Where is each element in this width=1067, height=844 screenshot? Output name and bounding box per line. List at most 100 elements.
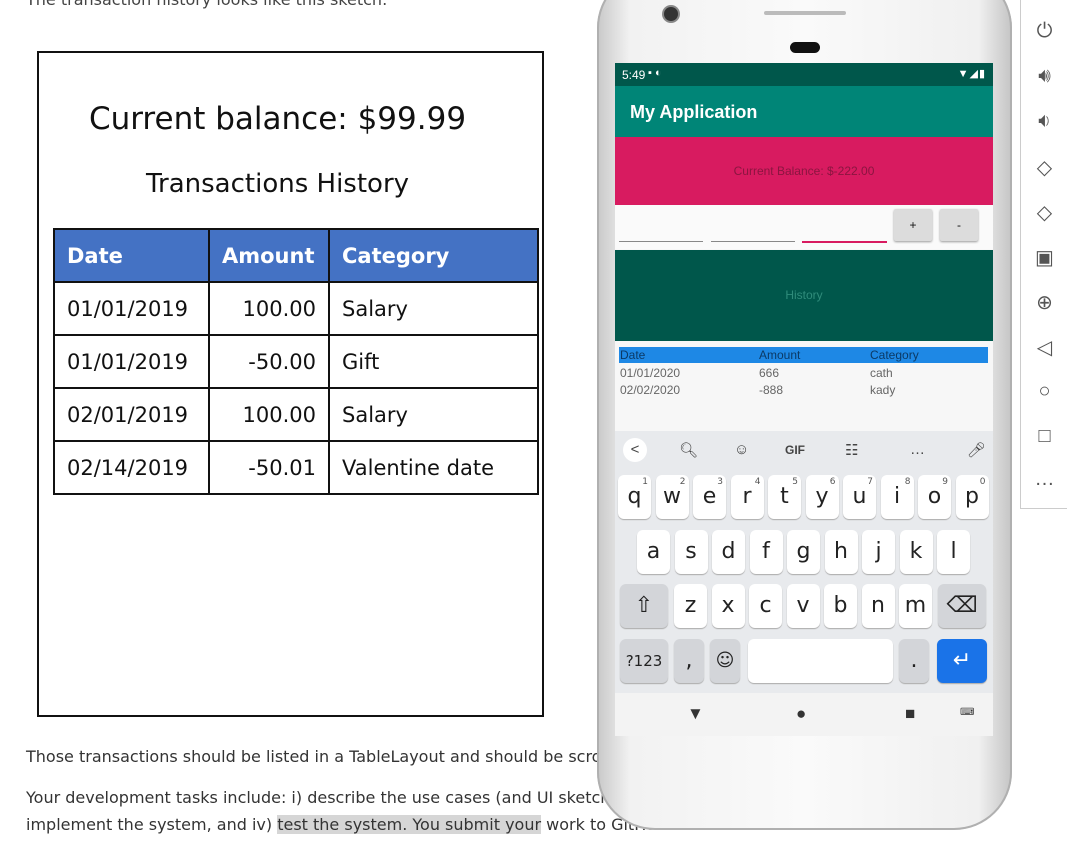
key-d[interactable]: d [712,530,745,574]
table-row: 01/01/2019 -50.00 Gift [53,334,539,389]
key-j[interactable]: j [862,530,895,574]
row-date: 02/02/2020 [620,383,681,397]
key-l[interactable]: l [937,530,970,574]
status-time: 5:49 [622,68,646,82]
key-r[interactable]: r4 [730,475,764,519]
enter-icon[interactable]: ↵ [937,639,987,683]
col-date: Date [620,348,646,362]
key-y[interactable]: y6 [805,475,839,519]
comma-key[interactable]: , [674,639,704,683]
home-icon[interactable]: ● [796,704,806,724]
key-hint: 1 [642,477,648,487]
emulator-toolbar: ⏻ 🔊︎ 🔉︎ ◇ ◇ ▣ ⊕ ◁ ○ □ … [1020,0,1067,509]
overview-icon[interactable]: □ [1021,425,1067,448]
key-k[interactable]: k [899,530,933,574]
key-c[interactable]: c [749,584,782,628]
nav-bar: ▼ ● ■ ⌨ [615,693,993,736]
sketch-history-title: Transactions History [145,169,410,199]
cell-amount: 100.00 [208,281,330,336]
period-key[interactable]: . [899,639,929,683]
shift-icon[interactable]: ⇧ [620,584,668,628]
speaker-grille [764,11,846,15]
cell-category: Gift [328,334,539,389]
more-icon[interactable]: … [910,441,925,458]
intro-text: The transaction history looks like this … [26,0,387,9]
key-hint: 5 [792,477,798,487]
more-icon[interactable]: … [1021,468,1067,491]
key-e[interactable]: e3 [693,475,726,519]
key-hint: 4 [754,477,761,487]
volume-down-icon[interactable]: 🔉︎ [1021,110,1067,133]
gif-button[interactable]: GIF [785,443,805,457]
paragraph-tasks: Your development tasks include: i) descr… [26,788,634,807]
keyboard-switch-icon[interactable]: ⌨ [960,707,974,718]
row-category: cath [870,366,893,380]
sketch-image: Current balance: $99.99 Transactions His… [37,51,544,717]
add-button[interactable]: + [894,209,932,241]
date-input[interactable] [619,241,703,242]
clipboard-icon[interactable]: ☷ [845,441,858,459]
zoom-icon[interactable]: ⊕ [1021,290,1067,315]
subtract-button[interactable]: - [940,209,978,241]
key-o[interactable]: o9 [918,475,951,519]
sticker-icon[interactable]: ☺ [734,441,749,458]
home-icon[interactable]: ○ [1021,380,1067,403]
recents-icon[interactable]: ■ [905,704,915,724]
key-hint: 6 [829,477,836,487]
rotate-right-icon[interactable]: ◇ [1021,200,1067,225]
back-icon[interactable]: ◁ [1021,335,1067,360]
amount-input[interactable] [711,241,795,242]
table-row: 01/01/2020 666 cath [619,365,988,382]
key-hint: 7 [867,477,873,487]
backspace-icon[interactable]: ⌫ [938,584,986,628]
phone-screen: 5:49 ▪ ◐ ▼◢▮ My Application Current Bala… [615,63,993,736]
key-t[interactable]: t5 [768,475,801,519]
signal-battery-icon: ▼◢▮ [957,68,986,80]
row-date: 01/01/2020 [620,366,681,380]
key-w[interactable]: w2 [655,475,689,519]
earpiece [790,42,820,53]
key-n[interactable]: n [861,584,895,628]
soft-keyboard: < 🔍︎ ☺ GIF ☷ … 🎤︎ q1w2e3r4t5y6u7i8o9p0 a… [615,431,993,693]
paragraph-submit-pre: implement the system, and iv) [26,815,278,834]
key-b[interactable]: b [824,584,857,628]
key-f[interactable]: f [749,530,783,574]
key-hint: 3 [717,477,723,487]
key-q[interactable]: q1 [618,475,651,519]
key-h[interactable]: h [824,530,858,574]
key-x[interactable]: x [711,584,745,628]
key-v[interactable]: v [786,584,820,628]
history-label: History [785,288,823,302]
search-icon[interactable]: 🔍︎ [679,441,698,459]
key-i[interactable]: i8 [880,475,914,519]
keyboard-collapse-icon[interactable]: < [623,438,647,462]
category-input[interactable] [802,241,887,243]
key-p[interactable]: p0 [955,475,989,519]
cell-category: Valentine date [328,440,539,495]
key-s[interactable]: s [674,530,708,574]
back-icon[interactable]: ▼ [687,704,704,724]
emoji-icon[interactable]: ☺ [710,639,740,683]
cell-category: Salary [328,387,539,442]
rotate-left-icon[interactable]: ◇ [1021,155,1067,180]
paragraph-tablelayout: Those transactions should be listed in a… [26,747,621,766]
current-balance-text: Current Balance: $-222.00 [733,164,875,178]
power-icon[interactable]: ⏻ [1021,20,1067,43]
key-g[interactable]: g [787,530,820,574]
key-hint: 9 [942,477,948,487]
symbols-key[interactable]: ?123 [620,639,668,683]
key-u[interactable]: u7 [843,475,876,519]
key-z[interactable]: z [674,584,707,628]
space-key[interactable] [748,639,893,683]
key-a[interactable]: a [637,530,670,574]
app-title: My Application [630,102,758,122]
col-category: Category [870,348,919,362]
camera-icon[interactable]: ▣ [1021,245,1067,270]
row-amount: 666 [759,366,780,380]
key-m[interactable]: m [899,584,932,628]
volume-up-icon[interactable]: 🔊︎ [1021,65,1067,88]
mic-icon[interactable]: 🎤︎ [967,441,986,459]
sketch-col-date: Date [53,228,210,283]
status-bar: 5:49 ▪ ◐ ▼◢▮ [615,63,993,86]
history-table-header: Date Amount Category [619,347,988,363]
